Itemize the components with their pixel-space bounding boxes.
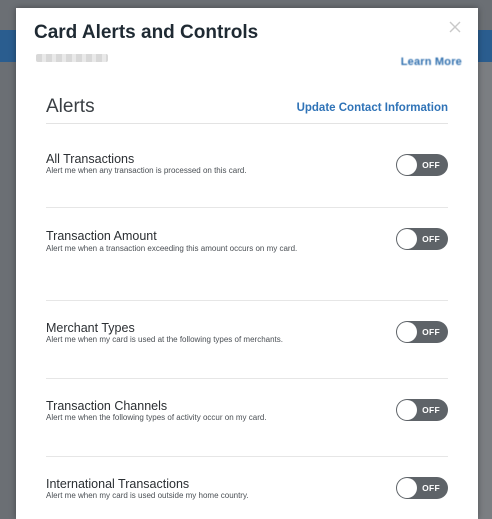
toggle-state-label: OFF	[422, 483, 440, 493]
alert-item-transaction-channels: Transaction Channels Alert me when the f…	[46, 379, 448, 457]
alert-item-transaction-amount: Transaction Amount Alert me when a trans…	[46, 208, 448, 301]
alert-description: Alert me when my card is used outside my…	[46, 491, 249, 500]
international-transactions-toggle[interactable]: OFF	[396, 477, 448, 499]
toggle-knob	[397, 322, 417, 342]
toggle-state-label: OFF	[422, 327, 440, 337]
masked-account-number	[36, 54, 108, 62]
toggle-knob	[397, 155, 417, 175]
transaction-channels-toggle[interactable]: OFF	[396, 399, 448, 421]
section-title: Alerts	[46, 96, 95, 117]
alert-item-all-transactions: All Transactions Alert me when any trans…	[46, 124, 448, 208]
card-alerts-modal: Card Alerts and Controls Learn More Aler…	[16, 8, 478, 519]
toggle-state-label: OFF	[422, 160, 440, 170]
toggle-state-label: OFF	[422, 234, 440, 244]
alert-description: Alert me when my card is used at the fol…	[46, 335, 283, 344]
toggle-knob	[397, 229, 417, 249]
alerts-section-header: Alerts Update Contact Information	[46, 96, 448, 124]
toggle-state-label: OFF	[422, 405, 440, 415]
alert-description: Alert me when the following types of act…	[46, 413, 267, 422]
learn-more-link[interactable]: Learn More	[401, 56, 462, 68]
close-icon	[449, 21, 461, 33]
alert-item-merchant-types: Merchant Types Alert me when my card is …	[46, 301, 448, 379]
transaction-amount-toggle[interactable]: OFF	[396, 228, 448, 250]
update-contact-link[interactable]: Update Contact Information	[297, 102, 448, 114]
close-button[interactable]	[446, 18, 464, 36]
merchant-types-toggle[interactable]: OFF	[396, 321, 448, 343]
background-header-strip-right	[478, 30, 492, 62]
alert-description: Alert me when a transaction exceeding th…	[46, 244, 298, 253]
toggle-knob	[397, 400, 417, 420]
alert-item-international-transactions: International Transactions Alert me when…	[46, 457, 448, 519]
modal-title: Card Alerts and Controls	[34, 22, 259, 43]
alert-description: Alert me when any transaction is process…	[46, 166, 247, 175]
background-page-edge	[478, 62, 492, 519]
toggle-knob	[397, 478, 417, 498]
alert-title: Transaction Amount	[46, 229, 157, 243]
all-transactions-toggle[interactable]: OFF	[396, 154, 448, 176]
alert-list: All Transactions Alert me when any trans…	[46, 124, 448, 519]
